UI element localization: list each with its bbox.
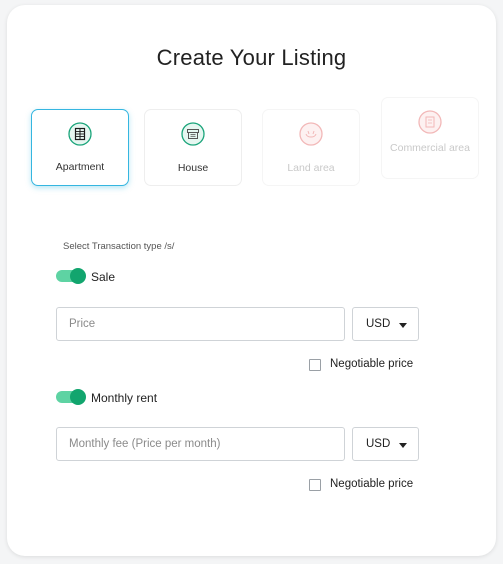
rent-negotiable-label: Negotiable price: [330, 478, 414, 490]
monthly-fee-input[interactable]: [56, 427, 345, 461]
sale-currency-select[interactable]: USD: [352, 307, 419, 341]
property-type-label: House: [177, 162, 209, 174]
property-type-label: Commercial area: [390, 142, 470, 154]
land-area-icon: [299, 122, 323, 146]
property-type-house[interactable]: House: [144, 109, 242, 186]
transaction-type-label: Select Transaction type /s/: [63, 241, 175, 252]
page-title: Create Your Listing: [156, 45, 347, 70]
commercial-area-icon: [418, 110, 442, 134]
rent-negotiable-checkbox[interactable]: [309, 479, 321, 491]
house-icon: [181, 122, 205, 146]
property-type-apartment[interactable]: Apartment: [31, 109, 129, 186]
listing-card: Create Your Listing Apartment House Land…: [7, 5, 496, 556]
monthly-rent-toggle-label: Monthly rent: [91, 391, 158, 405]
toggle-knob: [70, 389, 86, 405]
property-type-label: Land area: [287, 162, 335, 174]
sale-toggle[interactable]: [56, 268, 86, 284]
currency-value: USD: [366, 318, 391, 330]
property-type-commercial-area: Commercial area: [381, 97, 479, 179]
currency-value: USD: [366, 438, 391, 450]
rent-currency-select[interactable]: USD: [352, 427, 419, 461]
caret-down-icon: [399, 323, 407, 328]
caret-down-icon: [399, 443, 407, 448]
sale-negotiable-checkbox[interactable]: [309, 359, 321, 371]
monthly-rent-toggle[interactable]: [56, 389, 86, 405]
apartment-icon: [68, 122, 92, 146]
price-input[interactable]: [56, 307, 345, 341]
sale-negotiable-label: Negotiable price: [330, 358, 414, 370]
sale-toggle-label: Sale: [91, 270, 116, 284]
property-type-label: Apartment: [55, 161, 105, 173]
property-type-land-area: Land area: [262, 109, 360, 186]
toggle-knob: [70, 268, 86, 284]
